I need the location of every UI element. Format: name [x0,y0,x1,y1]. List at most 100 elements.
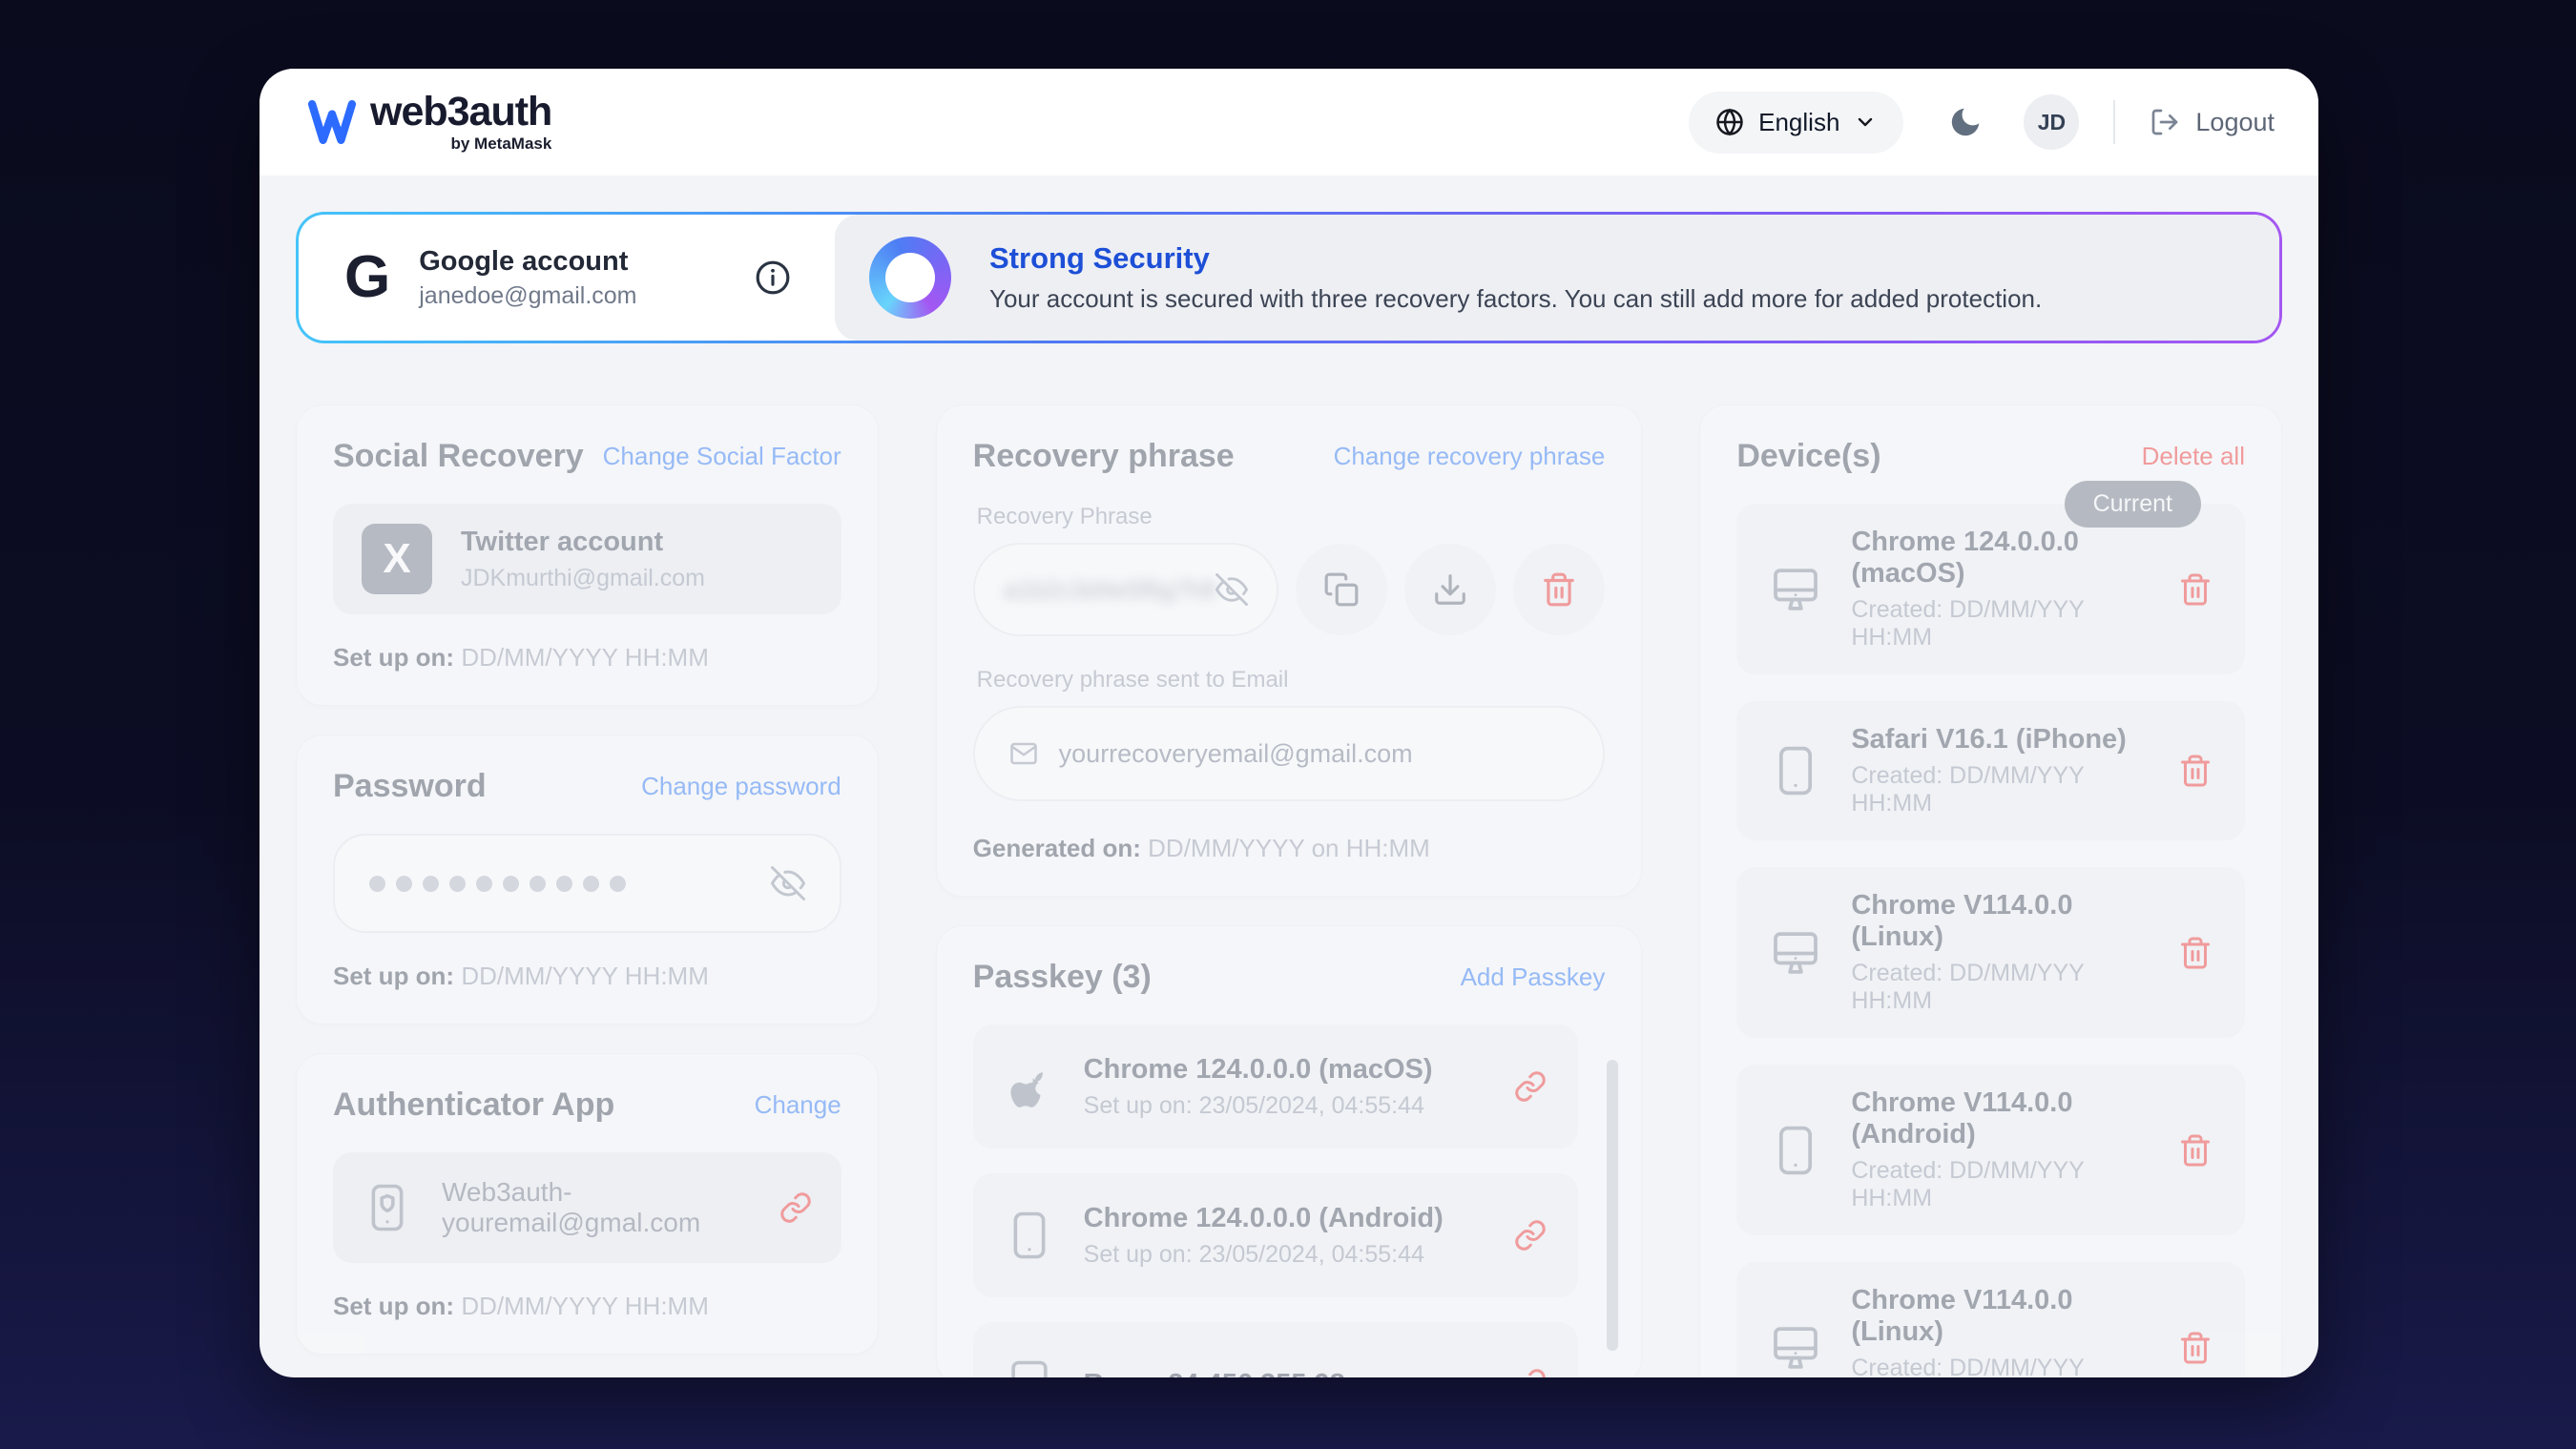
device-created: Created: DD/MM/YYY HH:MM [1851,960,2150,1015]
password-masked-dots [369,876,626,892]
mail-icon [1009,739,1038,768]
device-row: Safari V16.1 (iPhone) Created: DD/MM/YYY… [1736,701,2245,840]
passkey-card: Passkey (3) Add Passkey Chrome 124.0.0.0… [936,925,1643,1377]
account-email: janedoe@gmail.com [419,282,636,310]
generated-on-label: Generated on: [973,834,1141,862]
account-title: Google account [419,246,636,278]
setup-on-value: DD/MM/YYYY HH:MM [461,1292,709,1320]
device-created: Created: DD/MM/YYY HH:MM [1851,1157,2150,1212]
header-divider [2113,100,2115,144]
delete-phrase-button[interactable] [1513,544,1605,635]
security-status-title: Strong Security [989,241,2042,276]
content-grid: Social Recovery Change Social Factor X T… [296,404,2282,1377]
recovery-phrase-title: Recovery phrase [973,438,1235,475]
setup-on-label: Set up on: [333,1292,454,1320]
copy-phrase-button[interactable] [1296,544,1387,635]
dark-mode-toggle-moon-icon[interactable] [1947,104,1984,140]
main-card: web3auth by MetaMask English JD Logout [260,69,2318,1377]
device-created: Created: DD/MM/YYY HH:MM [1851,596,2150,652]
passkey-row: Chrome 124.0.0.0 (macOS) Set up on: 23/0… [973,1025,1579,1149]
link-icon[interactable] [1513,1367,1548,1377]
x-twitter-icon: X [362,524,432,594]
desktop-icon [1769,926,1822,980]
change-social-factor-link[interactable]: Change Social Factor [603,442,841,471]
logout-label: Logout [2195,108,2275,137]
add-passkey-link[interactable]: Add Passkey [1461,963,1606,992]
setup-on-value: DD/MM/YYYY HH:MM [461,962,709,990]
device-name: Chrome 124.0.0.0 (macOS) [1851,527,2150,590]
recovery-phrase-label: Recovery Phrase [977,504,1606,530]
brand-logo: web3auth by MetaMask [307,92,551,154]
passkey-title: Passkey (3) [973,959,1152,996]
eye-off-icon[interactable] [1215,573,1248,606]
generated-on-value: DD/MM/YYYY on HH:MM [1148,834,1430,862]
connected-account: G Google account janedoe@gmail.com [299,215,835,341]
device-name: Safari V16.1 (iPhone) [1851,724,2150,756]
unlink-icon[interactable] [779,1190,813,1225]
device-row: Chrome V114.0.0 (Linux) Created: DD/MM/Y… [1736,1262,2245,1377]
phone-icon [1004,1210,1055,1261]
trash-icon[interactable] [2178,1133,2212,1168]
setup-on-label: Set up on: [333,962,454,990]
download-phrase-button[interactable] [1404,544,1496,635]
desktop-icon [1769,1321,1822,1375]
apple-icon [1004,1061,1055,1112]
devices-card: Device(s) Delete all Current Chrome 124.… [1699,404,2282,1377]
passkey-setup: Set up on: 23/05/2024, 04:55:44 [1084,1241,1444,1269]
phone-icon [1769,744,1822,797]
device-name: Chrome V114.0.0 (Android) [1851,1087,2150,1150]
change-authenticator-link[interactable]: Change [755,1090,841,1120]
avatar[interactable]: JD [2024,94,2079,150]
web3auth-logo-icon [307,100,357,144]
trash-icon[interactable] [2178,936,2212,970]
info-icon[interactable] [755,259,791,296]
device-name: Chrome V114.0.0 (Linux) [1851,890,2150,953]
globe-icon [1715,108,1744,136]
authenticator-tile: Web3auth-youremail@gmal.com [333,1152,841,1263]
authenticator-title: Authenticator App [333,1087,614,1124]
device-created: Created: DD/MM/YYY HH:MM [1851,762,2150,818]
google-logo-icon: G [344,248,390,307]
copy-icon [1323,571,1360,608]
change-password-link[interactable]: Change password [641,772,841,801]
trash-icon[interactable] [2178,1331,2212,1365]
trash-icon[interactable] [2178,754,2212,788]
authenticator-phone-icon [362,1182,413,1233]
download-icon [1432,571,1468,608]
setup-on-value: DD/MM/YYYY HH:MM [461,643,709,672]
device-row: Chrome V114.0.0 (Linux) Created: DD/MM/Y… [1736,867,2245,1038]
passkey-list: Chrome 124.0.0.0 (macOS) Set up on: 23/0… [973,1025,1606,1377]
logout-icon [2150,107,2180,137]
device-created: Created: DD/MM/YYY HH:MM [1851,1355,2150,1377]
trash-icon[interactable] [2178,572,2212,607]
link-icon[interactable] [1513,1069,1548,1104]
passkey-name: Chrome 124.0.0.0 (macOS) [1084,1054,1433,1086]
change-recovery-phrase-link[interactable]: Change recovery phrase [1334,442,1606,471]
tablet-icon [1004,1358,1055,1377]
twitter-account-email: JDKmurthi@gmail.com [461,565,705,592]
language-selector[interactable]: English [1689,92,1903,154]
desktop-icon [1769,563,1822,616]
security-status-banner: G Google account janedoe@gmail.com Stron… [296,212,2282,343]
passkey-setup: Set up on: 23/05/2024, 04:55:44 [1084,1092,1433,1120]
eye-off-icon[interactable] [771,866,805,900]
passkey-row: Rome 24.456.355.98 [973,1322,1579,1377]
scrollbar[interactable] [1607,1060,1618,1351]
setup-on-label: Set up on: [333,643,454,672]
social-recovery-title: Social Recovery [333,438,584,475]
password-field[interactable] [333,834,841,933]
delete-all-link[interactable]: Delete all [2142,442,2245,471]
logout-button[interactable]: Logout [2150,107,2275,137]
password-title: Password [333,768,487,805]
passkey-row: Chrome 124.0.0.0 (Android) Set up on: 23… [973,1173,1579,1297]
recovery-phrase-card: Recovery phrase Change recovery phrase R… [936,404,1643,897]
security-strength-panel: Strong Security Your account is secured … [835,215,2279,341]
link-icon[interactable] [1513,1218,1548,1252]
recovery-email-field[interactable]: yourrecoveryemail@gmail.com [973,706,1606,801]
twitter-account-label: Twitter account [461,527,705,558]
brand-name: web3auth [370,92,551,133]
security-status-description: Your account is secured with three recov… [989,284,2042,314]
recovery-phrase-field[interactable]: a1b2c3d4e5f6g7h8 [973,543,1279,636]
password-card: Password Change password Set up on: DD/M… [296,735,879,1025]
recovery-email-value: yourrecoveryemail@gmail.com [1059,739,1413,769]
